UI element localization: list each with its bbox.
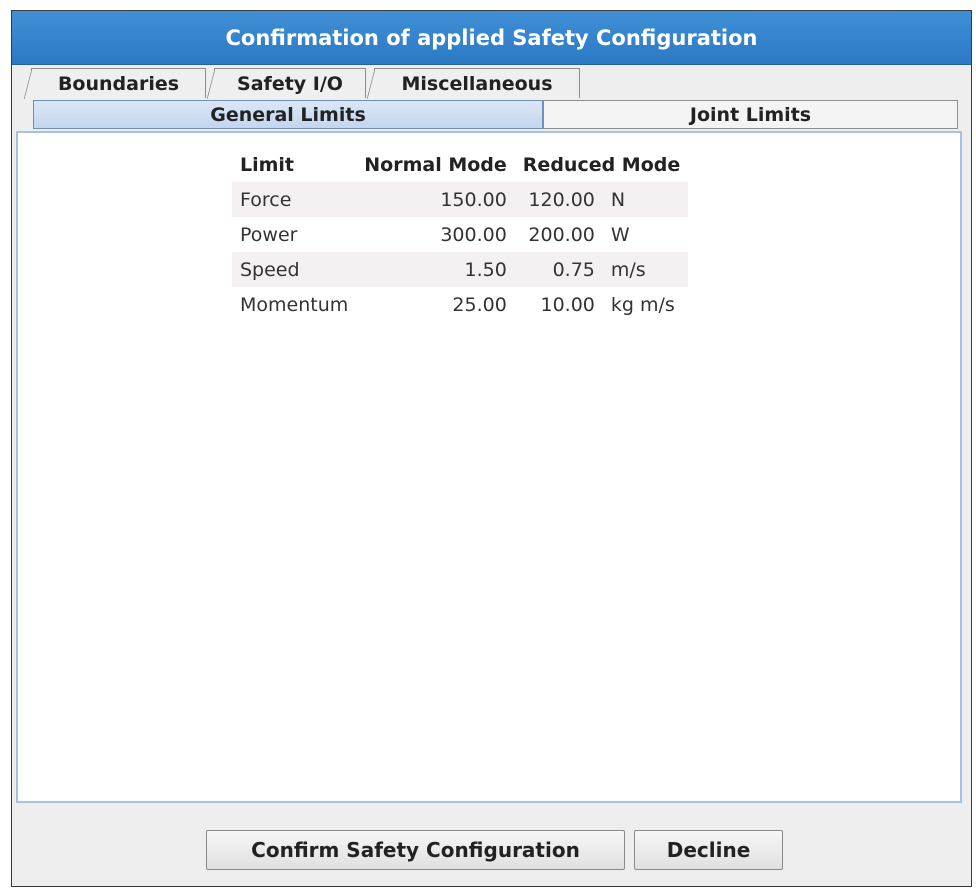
unit: m/s xyxy=(602,252,689,287)
reduced-value: 200.00 xyxy=(528,223,595,246)
table-row: Power 300.00 200.00 W xyxy=(232,217,688,252)
header-reduced-mode: Reduced Mode xyxy=(522,153,681,176)
unit: N xyxy=(602,182,689,217)
tab-boundaries[interactable]: Boundaries xyxy=(24,68,206,99)
table-row: Speed 1.50 0.75 m/s xyxy=(232,252,689,287)
confirm-safety-configuration-button[interactable]: Confirm Safety Configuration xyxy=(206,830,625,870)
limit-name: Speed xyxy=(232,252,357,287)
unit: W xyxy=(610,223,630,246)
decline-button[interactable]: Decline xyxy=(634,830,783,870)
limit-name: Momentum xyxy=(240,293,349,316)
tab-joint-limits[interactable]: Joint Limits xyxy=(543,100,958,129)
limit-name: Force xyxy=(232,182,357,217)
normal-value: 25.00 xyxy=(452,293,507,316)
limit-name: Power xyxy=(240,223,298,246)
limits-table: Limit Normal Mode Reduced Mode Force 150… xyxy=(232,147,689,322)
normal-value: 150.00 xyxy=(356,182,515,217)
normal-value: 300.00 xyxy=(440,223,507,246)
tab-general-limits[interactable]: General Limits xyxy=(33,100,543,129)
header-normal-mode: Normal Mode xyxy=(364,153,507,176)
tab-miscellaneous[interactable]: Miscellaneous xyxy=(367,68,580,99)
table-row: Momentum 25.00 10.00 kg m/s xyxy=(232,287,688,322)
unit: kg m/s xyxy=(610,293,675,316)
dialog-title: Confirmation of applied Safety Configura… xyxy=(12,11,971,65)
table-header-row: Limit Normal Mode Reduced Mode xyxy=(232,147,688,182)
reduced-value: 120.00 xyxy=(514,182,603,217)
tab-safety-io[interactable]: Safety I/O xyxy=(207,68,366,99)
normal-value: 1.50 xyxy=(356,252,515,287)
table-row: Force 150.00 120.00 N xyxy=(232,182,689,217)
reduced-value: 10.00 xyxy=(540,293,595,316)
reduced-value: 0.75 xyxy=(514,252,603,287)
header-limit: Limit xyxy=(240,153,295,176)
